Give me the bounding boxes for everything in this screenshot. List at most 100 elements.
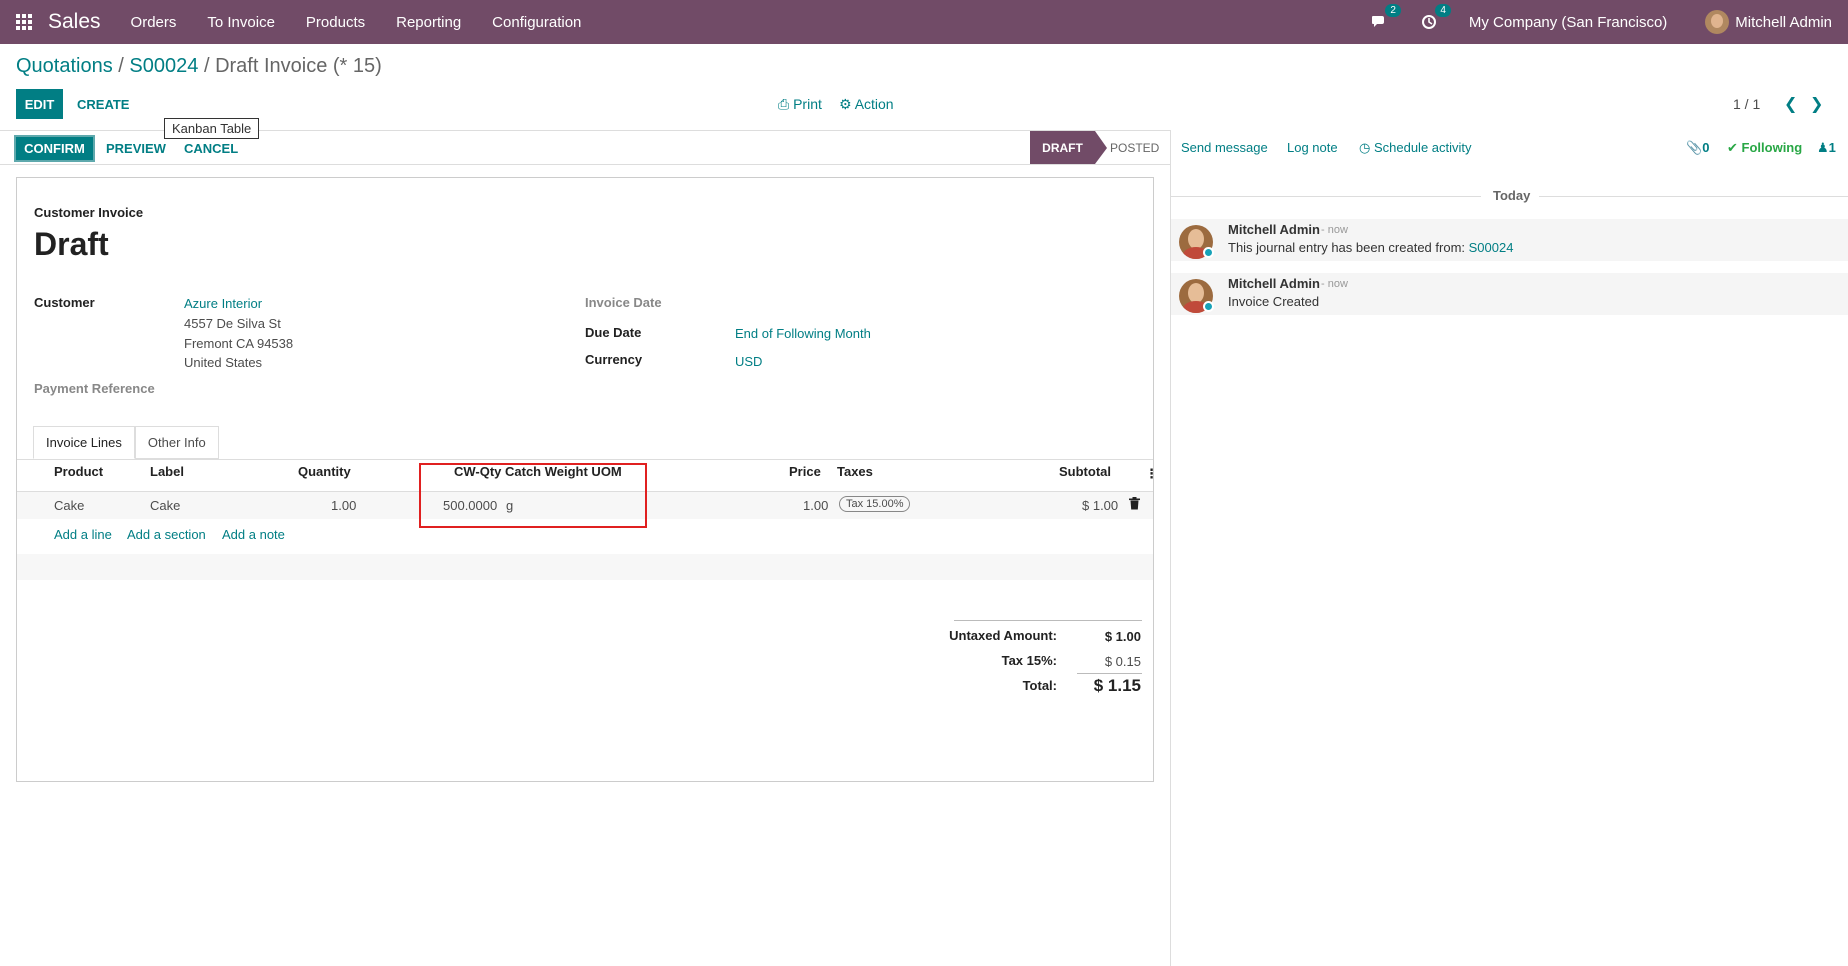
- print-icon: ⎙: [778, 96, 790, 112]
- user-avatar: [1705, 10, 1730, 34]
- cell-price[interactable]: 1.00: [803, 498, 828, 513]
- edit-button[interactable]: EDIT: [16, 89, 63, 119]
- tooltip: Kanban Table: [164, 118, 260, 139]
- followers-button[interactable]: ♟1: [1817, 140, 1836, 156]
- column-header-label[interactable]: Label: [150, 464, 184, 479]
- breadcrumb-separator: /: [203, 55, 210, 77]
- schedule-activity-label: Schedule activity: [1373, 140, 1472, 155]
- untaxed-amount-label: Untaxed Amount:: [949, 628, 1057, 643]
- following-label: Following: [1741, 140, 1803, 155]
- menu-orders[interactable]: Orders: [131, 14, 177, 31]
- user-icon: ♟: [1817, 140, 1829, 155]
- gear-icon: ⚙: [839, 96, 852, 112]
- attachments-count: 0: [1702, 140, 1710, 155]
- top-navbar: Sales Orders To Invoice Products Reporti…: [0, 0, 1848, 44]
- activity-clock-icon[interactable]: 4: [1419, 4, 1451, 32]
- following-button[interactable]: ✔ Following: [1727, 140, 1802, 156]
- pager-previous-icon[interactable]: ❮: [1784, 94, 1797, 114]
- print-button[interactable]: ⎙ Print: [778, 96, 822, 113]
- add-note-link[interactable]: Add a note: [222, 527, 285, 542]
- date-separator-label: Today: [1493, 188, 1531, 203]
- invoice-type: Customer Invoice: [34, 205, 144, 220]
- date-separator: Today: [1171, 188, 1848, 204]
- breadcrumb-separator: /: [118, 55, 124, 77]
- column-header-taxes[interactable]: Taxes: [837, 464, 873, 479]
- optional-columns-icon[interactable]: ⋮: [1145, 466, 1158, 482]
- stage-posted[interactable]: POSTED: [1110, 131, 1159, 164]
- address-line: 4557 De Silva St: [184, 316, 281, 331]
- message-body: Invoice Created: [1228, 294, 1320, 309]
- payment-reference-label: Payment Reference: [34, 381, 155, 396]
- column-header-price[interactable]: Price: [789, 464, 821, 479]
- menu-products[interactable]: Products: [306, 14, 365, 31]
- schedule-activity-button[interactable]: ◷ Schedule activity: [1359, 140, 1472, 156]
- action-button[interactable]: ⚙ Action: [839, 96, 894, 113]
- log-note-button[interactable]: Log note: [1287, 140, 1338, 155]
- user-name: Mitchell Admin: [1735, 13, 1832, 31]
- message-author[interactable]: Mitchell Admin: [1228, 276, 1320, 291]
- pager-value[interactable]: 1 / 1: [1733, 96, 1760, 112]
- cancel-button[interactable]: CANCEL: [184, 141, 238, 156]
- attachments-button[interactable]: 📎0: [1686, 140, 1709, 156]
- totals-divider: [1077, 673, 1142, 674]
- pager-next-icon[interactable]: ❯: [1810, 94, 1823, 114]
- create-button[interactable]: CREATE: [77, 89, 129, 119]
- due-date-value[interactable]: End of Following Month: [735, 326, 871, 341]
- message-date: - now: [1321, 224, 1348, 236]
- total-label: Total:: [1022, 678, 1057, 693]
- chatter-message: Mitchell Admin - now Invoice Created: [1171, 273, 1848, 315]
- add-line-link[interactable]: Add a line: [54, 527, 112, 542]
- breadcrumb-current: Draft Invoice (* 15): [215, 55, 382, 77]
- app-brand[interactable]: Sales: [48, 10, 101, 34]
- message-author[interactable]: Mitchell Admin: [1228, 222, 1320, 237]
- message-text: This journal entry has been created from…: [1228, 240, 1466, 255]
- currency-value[interactable]: USD: [735, 354, 762, 369]
- breadcrumb-order[interactable]: S00024: [129, 55, 198, 77]
- tax-tag[interactable]: Tax 15.00%: [839, 496, 911, 512]
- separator-line: [1539, 196, 1848, 197]
- activities-badge: 4: [1435, 4, 1451, 17]
- user-menu[interactable]: Mitchell Admin: [1705, 10, 1832, 34]
- column-header-quantity[interactable]: Quantity: [298, 464, 351, 479]
- action-label: Action: [854, 96, 894, 112]
- cell-product[interactable]: Cake: [54, 498, 84, 513]
- notebook-tabs: Invoice Lines Other Info: [33, 426, 219, 459]
- menu-to-invoice[interactable]: To Invoice: [207, 14, 275, 31]
- send-message-button[interactable]: Send message: [1181, 140, 1268, 155]
- chatter-message: Mitchell Admin - now This journal entry …: [1171, 219, 1848, 261]
- cell-quantity[interactable]: 1.00: [331, 498, 356, 513]
- address-line: Fremont CA 94538: [184, 336, 294, 351]
- breadcrumb-quotations[interactable]: Quotations: [16, 55, 113, 77]
- column-header-subtotal[interactable]: Subtotal: [1059, 464, 1111, 479]
- table-empty-row: [17, 554, 1153, 580]
- column-header-product[interactable]: Product: [54, 464, 103, 479]
- clock-icon: ◷: [1359, 140, 1371, 155]
- menu-configuration[interactable]: Configuration: [492, 14, 581, 31]
- print-label: Print: [793, 96, 822, 112]
- tab-invoice-lines[interactable]: Invoice Lines: [33, 426, 135, 459]
- message-record-link[interactable]: S00024: [1469, 240, 1514, 255]
- cell-label[interactable]: Cake: [150, 498, 180, 513]
- messages-badge: 2: [1385, 4, 1401, 17]
- tab-other-info[interactable]: Other Info: [134, 426, 219, 459]
- breadcrumb: Quotations / S00024 / Draft Invoice (* 1…: [16, 55, 382, 78]
- preview-button[interactable]: PREVIEW: [106, 141, 166, 156]
- customer-link[interactable]: Azure Interior: [184, 296, 262, 311]
- untaxed-amount-value: $ 1.00: [1104, 629, 1141, 644]
- totals-top-divider: [954, 620, 1142, 621]
- add-section-link[interactable]: Add a section: [127, 527, 206, 542]
- cell-subtotal: $ 1.00: [1082, 498, 1119, 513]
- company-switcher[interactable]: My Company (San Francisco): [1469, 14, 1667, 31]
- menu-reporting[interactable]: Reporting: [396, 14, 461, 31]
- followers-count: 1: [1828, 140, 1836, 155]
- trash-icon[interactable]: [1129, 497, 1140, 513]
- check-icon: ✔: [1727, 140, 1738, 155]
- total-value: $ 1.15: [1093, 676, 1141, 695]
- chatter-topbar: Send message Log note ◷ Schedule activit…: [1171, 130, 1848, 165]
- currency-label: Currency: [585, 352, 643, 367]
- app-menu-icon[interactable]: [0, 0, 48, 44]
- tax-value: $ 0.15: [1104, 654, 1141, 669]
- confirm-button[interactable]: CONFIRM: [14, 135, 95, 162]
- messaging-icon[interactable]: 2: [1369, 4, 1401, 32]
- paperclip-icon: 📎: [1686, 140, 1703, 155]
